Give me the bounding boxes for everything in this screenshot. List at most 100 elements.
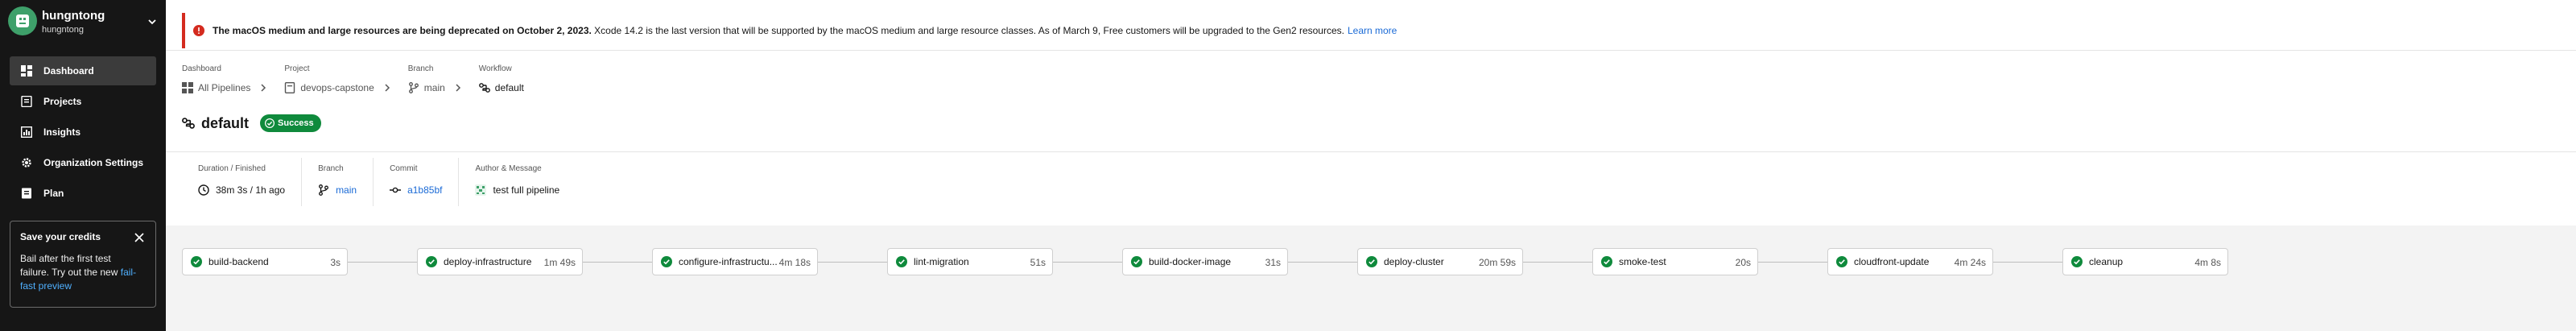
job-card-cloudfront-update[interactable]: cloudfront-update 4m 24s [1827, 248, 1993, 275]
workflow-title-row: default Success [182, 113, 321, 134]
insights-icon [21, 126, 32, 138]
org-name: hungntong [42, 9, 105, 23]
page-title: default [201, 114, 250, 131]
job-duration: 4m 18s [778, 257, 811, 268]
pipelines-icon [182, 82, 193, 93]
project-icon [285, 82, 295, 93]
org-avatar [8, 6, 37, 35]
job-duration: 4m 24s [1954, 257, 1986, 268]
banner-bold-text: The macOS medium and large resources are… [213, 25, 592, 36]
sidebar-item-label: Organization Settings [43, 157, 144, 168]
job-connector [348, 262, 417, 263]
branch-icon [319, 184, 329, 196]
workflow-meta: Duration / Finished 38m 3s / 1h ago Bran… [182, 158, 576, 206]
breadcrumb-project[interactable]: Project devops-capstone [284, 64, 391, 100]
chevron-right-icon [385, 84, 390, 92]
main-content: The macOS medium and large resources are… [166, 0, 2576, 331]
job-name: deploy-cluster [1384, 256, 1444, 267]
sidebar-item-dashboard[interactable]: Dashboard [10, 56, 156, 85]
breadcrumb-heading: Project [284, 64, 310, 73]
job-card-build-docker-image[interactable]: build-docker-image 31s [1122, 248, 1288, 275]
sidebar-item-organization-settings[interactable]: Organization Settings [10, 148, 156, 177]
duration-cell: Duration / Finished 38m 3s / 1h ago [182, 158, 301, 206]
job-card-configure-infrastructure[interactable]: configure-infrastructu... 4m 18s [652, 248, 818, 275]
org-subtitle: hungntong [42, 25, 84, 35]
success-check-icon [2071, 256, 2083, 267]
duration-value: 38m 3s / 1h ago [216, 184, 286, 196]
job-card-lint-migration[interactable]: lint-migration 51s [887, 248, 1053, 275]
commit-link[interactable]: a1b85bf [407, 184, 442, 196]
error-icon [193, 25, 204, 36]
job-name: deploy-infrastructure [444, 256, 532, 267]
divider [166, 50, 2576, 51]
job-name: build-docker-image [1149, 256, 1232, 267]
status-badge: Success [260, 114, 321, 132]
breadcrumb-heading: Branch [407, 64, 434, 73]
success-check-icon [191, 256, 202, 267]
banner-text: The macOS medium and large resources are… [213, 25, 1344, 36]
status-badge-label: Success [278, 118, 314, 128]
check-circle-icon [265, 118, 275, 128]
job-card-build-backend[interactable]: build-backend 3s [182, 248, 348, 275]
breadcrumb-workflow[interactable]: Workflow default [479, 64, 524, 100]
sidebar-item-label: Projects [43, 96, 82, 107]
branch-link[interactable]: main [336, 184, 357, 196]
chevron-down-icon[interactable] [147, 16, 158, 27]
job-name: configure-infrastructu... [679, 256, 778, 267]
success-check-icon [1131, 256, 1142, 267]
job-connector [1993, 262, 2062, 263]
commit-cell: Commit a1b85bf [373, 158, 458, 206]
commit-heading: Commit [390, 164, 418, 173]
success-check-icon [1601, 256, 1612, 267]
job-card-deploy-cluster[interactable]: deploy-cluster 20m 59s [1357, 248, 1523, 275]
job-name: build-backend [208, 256, 269, 267]
success-check-icon [1366, 256, 1377, 267]
duration-heading: Duration / Finished [198, 164, 266, 173]
breadcrumb-value: default [494, 82, 524, 93]
dashboard-icon [21, 65, 32, 77]
sidebar-item-projects[interactable]: Projects [10, 87, 156, 116]
workflow-icon [478, 83, 490, 93]
job-name: lint-migration [914, 256, 969, 267]
sidebar-item-label: Plan [43, 188, 64, 199]
sidebar-item-label: Insights [43, 126, 81, 138]
job-card-deploy-infrastructure[interactable]: deploy-infrastructure 1m 49s [417, 248, 583, 275]
job-duration: 31s [1265, 257, 1281, 268]
workflow-graph: build-backend 3s deploy-infrastructure 1… [182, 248, 2516, 277]
sidebar-nav: Dashboard Projects Insights Organization… [10, 56, 156, 209]
deprecation-banner: The macOS medium and large resources are… [182, 13, 2576, 48]
job-card-cleanup[interactable]: cleanup 4m 8s [2062, 248, 2228, 275]
commit-message: test full pipeline [493, 184, 560, 196]
breadcrumb-value: devops-capstone [300, 82, 374, 93]
learn-more-link[interactable]: Learn more [1348, 25, 1397, 36]
settings-gear-icon [21, 157, 32, 168]
job-name: cloudfront-update [1854, 256, 1930, 267]
job-connector [583, 262, 652, 263]
job-connector [1758, 262, 1827, 263]
sidebar-item-plan[interactable]: Plan [10, 179, 156, 208]
job-duration: 4m 8s [2194, 257, 2221, 268]
branch-icon [408, 82, 419, 93]
job-duration: 3s [330, 257, 341, 268]
author-cell: Author & Message test full pipeline [458, 158, 576, 206]
breadcrumb-dashboard[interactable]: Dashboard All Pipelines [182, 64, 268, 100]
org-switcher[interactable]: hungntong hungntong [8, 6, 161, 39]
author-heading: Author & Message [475, 164, 542, 173]
credits-body: Bail after the first test failure. Try o… [20, 252, 141, 293]
job-card-smoke-test[interactable]: smoke-test 20s [1592, 248, 1758, 275]
plan-icon [21, 188, 32, 199]
success-check-icon [661, 256, 672, 267]
breadcrumb-branch[interactable]: Branch main [408, 64, 463, 100]
breadcrumb: Dashboard All Pipelines Project devops-c… [182, 64, 540, 100]
projects-icon [21, 96, 32, 107]
chevron-right-icon [261, 84, 266, 92]
job-duration: 1m 49s [543, 257, 576, 268]
job-name: cleanup [2089, 256, 2124, 267]
save-credits-card: Save your credits Bail after the first t… [10, 221, 156, 308]
sidebar-item-insights[interactable]: Insights [10, 118, 156, 147]
branch-cell: Branch main [301, 158, 373, 206]
chevron-right-icon [456, 84, 460, 92]
workflow-icon [182, 118, 195, 129]
close-icon[interactable] [134, 233, 144, 242]
credits-title: Save your credits [20, 231, 101, 242]
